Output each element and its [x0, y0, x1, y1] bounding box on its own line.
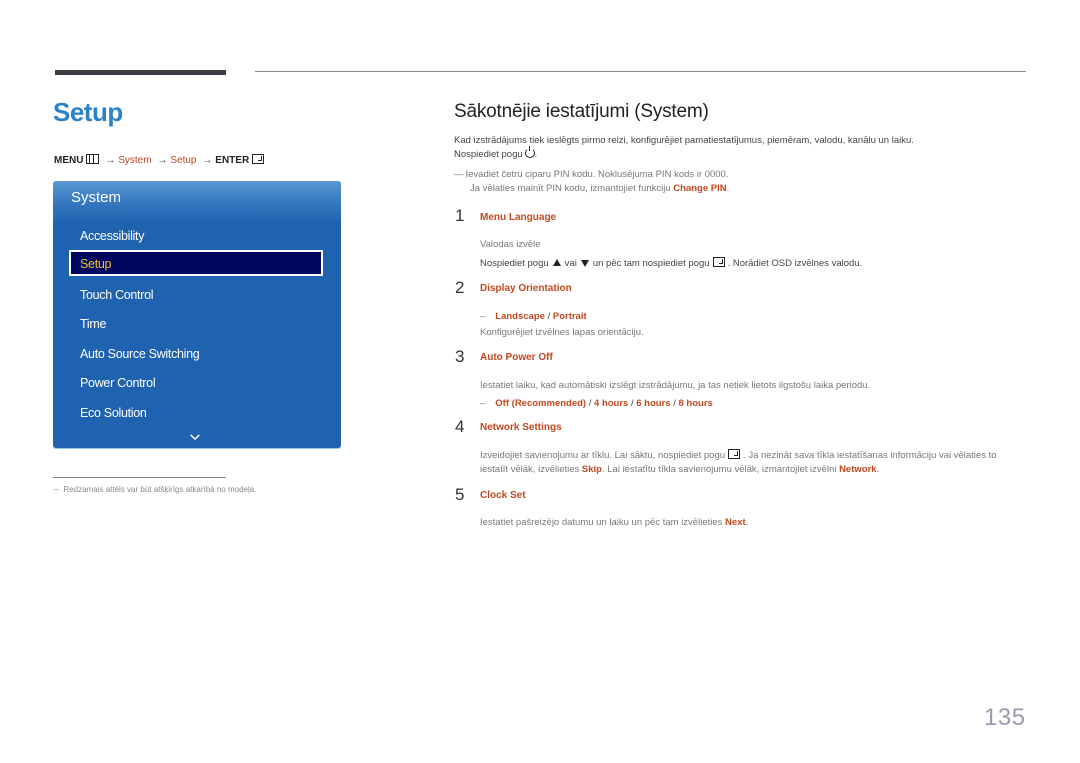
option-8-hours: 8 hours: [678, 398, 713, 409]
text: iestatīt vēlāk, izvēlieties: [480, 464, 580, 475]
step-1-title: Menu Language: [480, 212, 557, 223]
step-4-title: Network Settings: [480, 422, 562, 433]
step-5-number: 5: [455, 485, 465, 504]
arrow: →: [202, 155, 213, 166]
enter-icon: [252, 154, 265, 164]
step-5-title: Clock Set: [480, 490, 526, 501]
osd-item-setup[interactable]: Setup: [69, 250, 323, 276]
step-4-line-1: Izveidojiet savienojumu ar tīklu. Lai sā…: [480, 449, 997, 463]
text: . Norādiet OSD izvēlnes valodu.: [727, 258, 863, 269]
power-icon: [524, 146, 535, 158]
option-landscape: Landscape: [495, 311, 545, 322]
up-arrow-icon: [552, 259, 561, 266]
pin-note-line-2-text: Ja vēlaties mainīt PIN kodu, izmantojiet…: [470, 183, 671, 194]
menu-label: MENU: [54, 155, 84, 166]
osd-item-eco-solution[interactable]: Eco Solution: [80, 406, 147, 420]
step-3-title: Auto Power Off: [480, 352, 553, 363]
arrow: →: [157, 155, 168, 166]
network-link: Network: [839, 464, 877, 475]
text: .: [745, 517, 749, 528]
enter-label: ENTER: [215, 155, 250, 166]
menu-path-breadcrumb: MENU → System → Setup → ENTER: [54, 154, 267, 166]
step-2-desc: Konfigurējiet izvēlnes lapas orientāciju…: [480, 327, 644, 338]
dash: –: [54, 485, 59, 494]
change-pin-link: Change PIN: [673, 183, 727, 194]
option-4-hours: 4 hours: [594, 398, 629, 409]
text: . Lai iestatītu tīkla savienojumu vēlāk,…: [601, 464, 837, 475]
skip-link: Skip: [581, 464, 602, 475]
text: un pēc tam nospiediet pogu: [592, 258, 710, 269]
intro-line-2-text: Nospiediet pogu: [454, 149, 523, 160]
pin-note-line-1: — Ievadiet četru ciparu PIN kodu. Noklusē…: [454, 168, 729, 182]
osd-item-power-control[interactable]: Power Control: [80, 376, 156, 390]
step-1-line-2: Nospiediet pogu vai un pēc tam nospiediet …: [480, 257, 862, 271]
osd-item-time[interactable]: Time: [80, 317, 106, 331]
text: Izveidojiet savienojumu ar tīklu. Lai sā…: [480, 450, 726, 461]
section-title: Sākotnējie iestatījumi (System): [454, 101, 709, 122]
dash: –: [480, 311, 486, 322]
step-1-line-1: Valodas izvēle: [480, 239, 541, 250]
note-dash: —: [454, 169, 464, 180]
osd-item-setup-label: Setup: [80, 257, 112, 271]
osd-item-auto-source-switching[interactable]: Auto Source Switching: [80, 347, 200, 361]
text: .: [876, 464, 880, 475]
step-3-options: – Off (Recommended) / 4 hours / 6 hours /…: [480, 398, 713, 409]
footnote-text: Redzamais attēls var būt atšķirīgs atkar…: [63, 485, 257, 494]
intro-text: Kad izstrādājums tiek ieslēgts pirmo rei…: [454, 134, 914, 162]
page-number: 135: [984, 704, 1026, 731]
dash: –: [480, 398, 486, 409]
step-1-number: 1: [455, 206, 465, 225]
text: Iestatiet pašreizējo datumu un laiku un …: [480, 517, 723, 528]
separator: /: [547, 311, 551, 322]
next-link: Next: [725, 517, 746, 528]
osd-item-accessibility[interactable]: Accessibility: [80, 229, 144, 243]
step-4-desc: Izveidojiet savienojumu ar tīklu. Lai sā…: [480, 449, 997, 477]
option-6-hours: 6 hours: [636, 398, 671, 409]
enter-icon: [728, 449, 741, 459]
step-3-number: 3: [455, 347, 465, 366]
text: . Ja nezināt sava tīkla iestatīšanas inf…: [743, 450, 997, 461]
option-off-recommended: Off (Recommended): [495, 398, 587, 409]
arrow: →: [105, 155, 116, 166]
enter-icon: [712, 257, 725, 267]
step-2-title: Display Orientation: [480, 283, 572, 294]
down-arrow-icon: [580, 260, 589, 267]
text: vai: [564, 258, 577, 269]
menu-icon: [86, 154, 100, 164]
page-title: Setup: [53, 97, 123, 127]
option-portrait: Portrait: [552, 311, 587, 322]
osd-item-touch-control[interactable]: Touch Control: [80, 288, 154, 302]
pin-note-line-2: Ja vēlaties mainīt PIN kodu, izmantojiet…: [470, 183, 730, 194]
text: Nospiediet pogu: [480, 258, 549, 269]
header-rule-thick: [55, 70, 226, 75]
osd-title: System: [71, 189, 122, 206]
intro-line-2: Nospiediet pogu.: [454, 146, 538, 160]
header-rule-thin: [255, 71, 1026, 72]
footnote: – Redzamais attēls var būt atšķirīgs atka…: [54, 485, 256, 494]
breadcrumb-system: System: [118, 155, 152, 166]
footnote-rule: [53, 477, 226, 478]
step-4-line-2: iestatīt vēlāk, izvēlieties Skip. Lai ie…: [480, 463, 997, 477]
step-2-options: – Landscape / Portrait: [480, 310, 587, 324]
pin-note: — Ievadiet četru ciparu PIN kodu. Noklusē…: [454, 168, 729, 196]
step-3-desc: Iestatiet laiku, kad automātiski izslēgt…: [480, 380, 871, 391]
chevron-down-icon[interactable]: [190, 432, 200, 442]
step-2-number: 2: [455, 278, 465, 297]
pin-note-line-1-text: Ievadiet četru ciparu PIN kodu. Noklusēj…: [465, 169, 729, 180]
breadcrumb-setup: Setup: [170, 155, 197, 166]
intro-line-1: Kad izstrādājums tiek ieslēgts pirmo rei…: [454, 135, 914, 146]
step-5-desc: Iestatiet pašreizējo datumu un laiku un …: [480, 516, 748, 530]
step-4-number: 4: [455, 417, 465, 436]
osd-system-menu: System Accessibility Setup Touch Control…: [53, 181, 341, 448]
